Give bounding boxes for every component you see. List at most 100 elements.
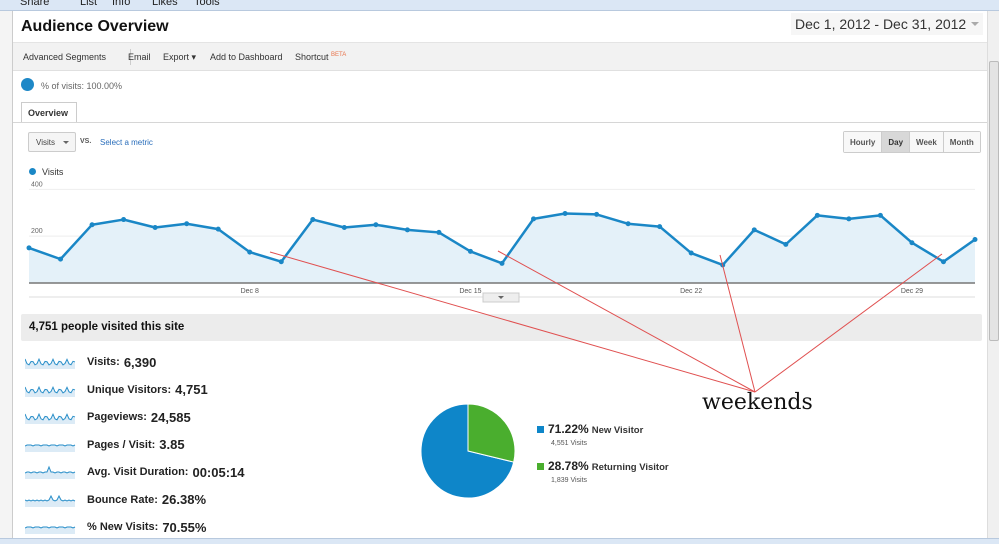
- data-point[interactable]: [783, 241, 789, 247]
- segment-pie-icon: [21, 78, 34, 91]
- data-point[interactable]: [26, 245, 32, 251]
- chevron-down-icon: [971, 22, 979, 30]
- divider: [13, 122, 987, 123]
- sparkline-icon: [25, 465, 76, 479]
- data-point[interactable]: [499, 260, 505, 266]
- data-point[interactable]: [720, 262, 726, 268]
- scrollbar-thumb[interactable]: [989, 61, 999, 341]
- x-tick-label: Dec 8: [241, 288, 259, 295]
- data-point[interactable]: [215, 226, 221, 232]
- granularity-toggle: Hourly Day Week Month: [843, 131, 981, 153]
- metric-value: 24,585: [150, 409, 191, 425]
- toolbar-likes[interactable]: Likes: [152, 0, 178, 8]
- shortcut-button[interactable]: Shortcut BETA: [295, 52, 346, 62]
- metric-row: % New Visits: 70.55%: [25, 518, 206, 536]
- data-point[interactable]: [909, 240, 915, 246]
- toolbar-info[interactable]: Info: [112, 0, 130, 8]
- metric-label: Bounce Rate:: [87, 493, 158, 506]
- data-point[interactable]: [688, 250, 694, 256]
- legend-label: Visits: [42, 167, 64, 177]
- sparkline-icon: [25, 526, 76, 534]
- data-point[interactable]: [562, 210, 568, 216]
- data-point[interactable]: [89, 222, 95, 228]
- metric-row: Pages / Visit: 3.85: [25, 436, 185, 454]
- add-to-dashboard-button[interactable]: Add to Dashboard: [210, 52, 283, 62]
- granularity-week[interactable]: Week: [910, 132, 944, 152]
- data-point[interactable]: [247, 249, 253, 255]
- data-point[interactable]: [467, 248, 473, 254]
- data-point[interactable]: [531, 216, 537, 222]
- data-point[interactable]: [657, 224, 663, 230]
- visits-chart: 200 400 Dec 8 Dec 15 Dec 22 Dec 29: [26, 181, 978, 303]
- vs-label: VS.: [80, 138, 92, 145]
- data-point[interactable]: [310, 217, 316, 223]
- data-point[interactable]: [341, 225, 347, 231]
- data-point[interactable]: [436, 229, 442, 235]
- legend-swatch-icon: [537, 463, 544, 470]
- data-point[interactable]: [594, 211, 600, 217]
- tab-overview[interactable]: Overview: [21, 102, 77, 123]
- sparkline-icon: [25, 412, 76, 424]
- data-point[interactable]: [877, 212, 883, 218]
- data-point[interactable]: [751, 227, 757, 233]
- page-title: Audience Overview: [21, 18, 169, 35]
- data-point[interactable]: [940, 259, 946, 265]
- metric-value: 3.85: [159, 437, 185, 452]
- legend-dot-icon: [29, 168, 36, 175]
- metric-value: 26.38%: [161, 492, 206, 507]
- data-point[interactable]: [58, 256, 64, 262]
- toolbar-list[interactable]: List: [80, 0, 97, 8]
- data-point[interactable]: [278, 259, 284, 265]
- metric-row: Visits: 6,390: [25, 353, 156, 371]
- email-button[interactable]: Email: [128, 52, 151, 62]
- pie-visits: 1,839 Visits: [551, 477, 588, 484]
- chart-legend: Visits: [29, 167, 63, 177]
- metric-value: 00:05:14: [192, 464, 245, 480]
- data-point[interactable]: [152, 225, 158, 231]
- pie-legend-returning: 28.78% Returning Visitor 1,839 Visits: [537, 457, 669, 484]
- sparkline-icon: [25, 385, 76, 397]
- pie-name: New Visitor: [591, 425, 644, 436]
- sparkline-icon: [25, 494, 76, 507]
- metric-value: 6,390: [123, 354, 157, 370]
- toolbar-share[interactable]: Share: [20, 0, 49, 8]
- pie-name: Returning Visitor: [591, 462, 669, 473]
- date-range-label: Dec 1, 2012 - Dec 31, 2012: [795, 16, 967, 32]
- pie-visits: 4,551 Visits: [551, 440, 588, 447]
- toolbar-tools[interactable]: Tools: [194, 0, 220, 8]
- chevron-down-icon: [63, 141, 69, 147]
- data-point[interactable]: [846, 216, 852, 222]
- export-button[interactable]: Export ▾: [163, 52, 196, 63]
- scrollbar[interactable]: [987, 11, 999, 539]
- beta-badge: BETA: [331, 52, 347, 58]
- metric-select[interactable]: Visits: [28, 132, 76, 152]
- metric-row: Unique Visitors: 4,751: [25, 381, 208, 399]
- metric-row: Pageviews: 24,585: [25, 408, 191, 426]
- data-point[interactable]: [814, 212, 820, 218]
- x-tick-label: Dec 15: [459, 288, 481, 295]
- y-tick-label: 400: [31, 181, 43, 188]
- data-point[interactable]: [184, 221, 190, 227]
- x-tick-label: Dec 29: [901, 288, 923, 295]
- select-metric-link[interactable]: Select a metric: [100, 138, 153, 147]
- data-point[interactable]: [121, 217, 127, 223]
- visitor-type-pie: [420, 403, 516, 499]
- data-point[interactable]: [373, 222, 379, 228]
- annotation-text: weekends: [702, 390, 813, 415]
- granularity-day[interactable]: Day: [882, 132, 911, 152]
- data-point[interactable]: [404, 227, 410, 233]
- area-fill: [29, 213, 975, 283]
- segment-label: % of visits: 100.00%: [41, 81, 123, 91]
- pie-pct: 71.22%: [548, 422, 589, 436]
- pie-pct: 28.78%: [548, 459, 589, 473]
- granularity-hourly[interactable]: Hourly: [844, 132, 883, 152]
- metric-label: Avg. Visit Duration:: [87, 466, 189, 478]
- granularity-month[interactable]: Month: [943, 132, 980, 152]
- advanced-segments-button[interactable]: Advanced Segments: [23, 52, 106, 62]
- sparkline-icon: [25, 357, 76, 369]
- date-range-picker[interactable]: Dec 1, 2012 - Dec 31, 2012: [791, 13, 983, 35]
- metric-row: Bounce Rate: 26.38%: [25, 491, 206, 509]
- data-point[interactable]: [625, 221, 631, 227]
- metric-label: Unique Visitors:: [87, 383, 172, 396]
- data-point[interactable]: [972, 236, 978, 242]
